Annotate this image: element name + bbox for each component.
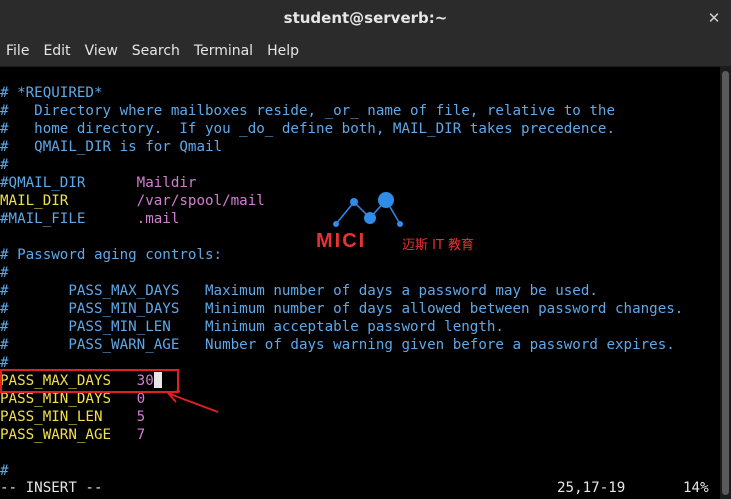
status-cursor-position: 25,17-19 [557, 480, 626, 496]
config-key: #MAIL_FILE [0, 211, 137, 227]
terminal-line: # PASS_MAX_DAYS Maximum number of days a… [0, 283, 598, 299]
menu-terminal[interactable]: Terminal [187, 43, 260, 59]
terminal-line: # *REQUIRED* [0, 85, 103, 101]
config-value: /var/spool/mail [136, 193, 265, 209]
annotation-arrow-icon [166, 390, 219, 413]
terminal-line: # QMAIL_DIR is for Qmail [0, 139, 223, 155]
terminal-line: # PASS_MIN_LEN Minimum acceptable passwo… [0, 319, 504, 335]
watermark-subtitle: 迈斯 IT 教育 [402, 238, 475, 253]
terminal-line: # [0, 463, 9, 479]
terminal-scrollbar[interactable] [720, 67, 731, 499]
config-value: 7 [136, 427, 146, 443]
window-titlebar: student@serverb:~ ✕ [0, 0, 731, 36]
watermark-logo: MICI 迈斯 IT 教育 [314, 190, 494, 253]
config-value: .mail [136, 211, 180, 227]
menu-view[interactable]: View [78, 43, 125, 59]
terminal-line: PASS_MIN_LEN 5 [0, 408, 145, 426]
config-key: PASS_MIN_LEN [0, 409, 137, 425]
menu-search[interactable]: Search [125, 43, 187, 59]
terminal-line: # PASS_MIN_DAYS Minimum number of days a… [0, 301, 684, 317]
terminal-area[interactable]: -- INSERT -- 25,17-19 14% # *REQUIRED* # … [0, 67, 720, 499]
terminal-line: # Directory where mailboxes reside, _or_… [0, 103, 615, 119]
terminal-line: PASS_WARN_AGE 7 [0, 426, 145, 444]
config-value: 0 [136, 391, 146, 407]
watermark-molecule-icon [333, 192, 403, 227]
config-key: MAIL_DIR [0, 193, 137, 209]
config-key: PASS_WARN_AGE [0, 427, 137, 443]
terminal-line: # home directory. If you _do_ define bot… [0, 121, 615, 137]
status-percent: 14% [683, 480, 709, 496]
config-key: PASS_MIN_DAYS [0, 391, 137, 407]
annotation-highlight-box [0, 369, 179, 393]
terminal-line: # PASS_WARN_AGE Number of days warning g… [0, 337, 675, 353]
config-value: 5 [136, 409, 146, 425]
terminal-line: #QMAIL_DIR Maildir [0, 174, 196, 192]
watermark-brand: MICI [316, 230, 367, 252]
close-icon[interactable]: ✕ [705, 9, 723, 27]
status-mode: -- INSERT -- [0, 480, 103, 496]
window-title: student@serverb:~ [283, 9, 448, 27]
config-key: #QMAIL_DIR [0, 175, 137, 191]
terminal-line: # [0, 265, 9, 281]
scrollbar-thumb[interactable] [722, 71, 729, 495]
terminal-line: # Password aging controls: [0, 247, 223, 263]
menu-bar: File Edit View Search Terminal Help [0, 36, 731, 67]
menu-help[interactable]: Help [260, 43, 306, 59]
menu-file[interactable]: File [0, 43, 36, 59]
config-value: Maildir [136, 175, 197, 191]
terminal-line: MAIL_DIR /var/spool/mail [0, 192, 265, 210]
menu-edit[interactable]: Edit [36, 43, 77, 59]
terminal-line: # [0, 157, 9, 173]
terminal-line: #MAIL_FILE .mail [0, 210, 179, 228]
